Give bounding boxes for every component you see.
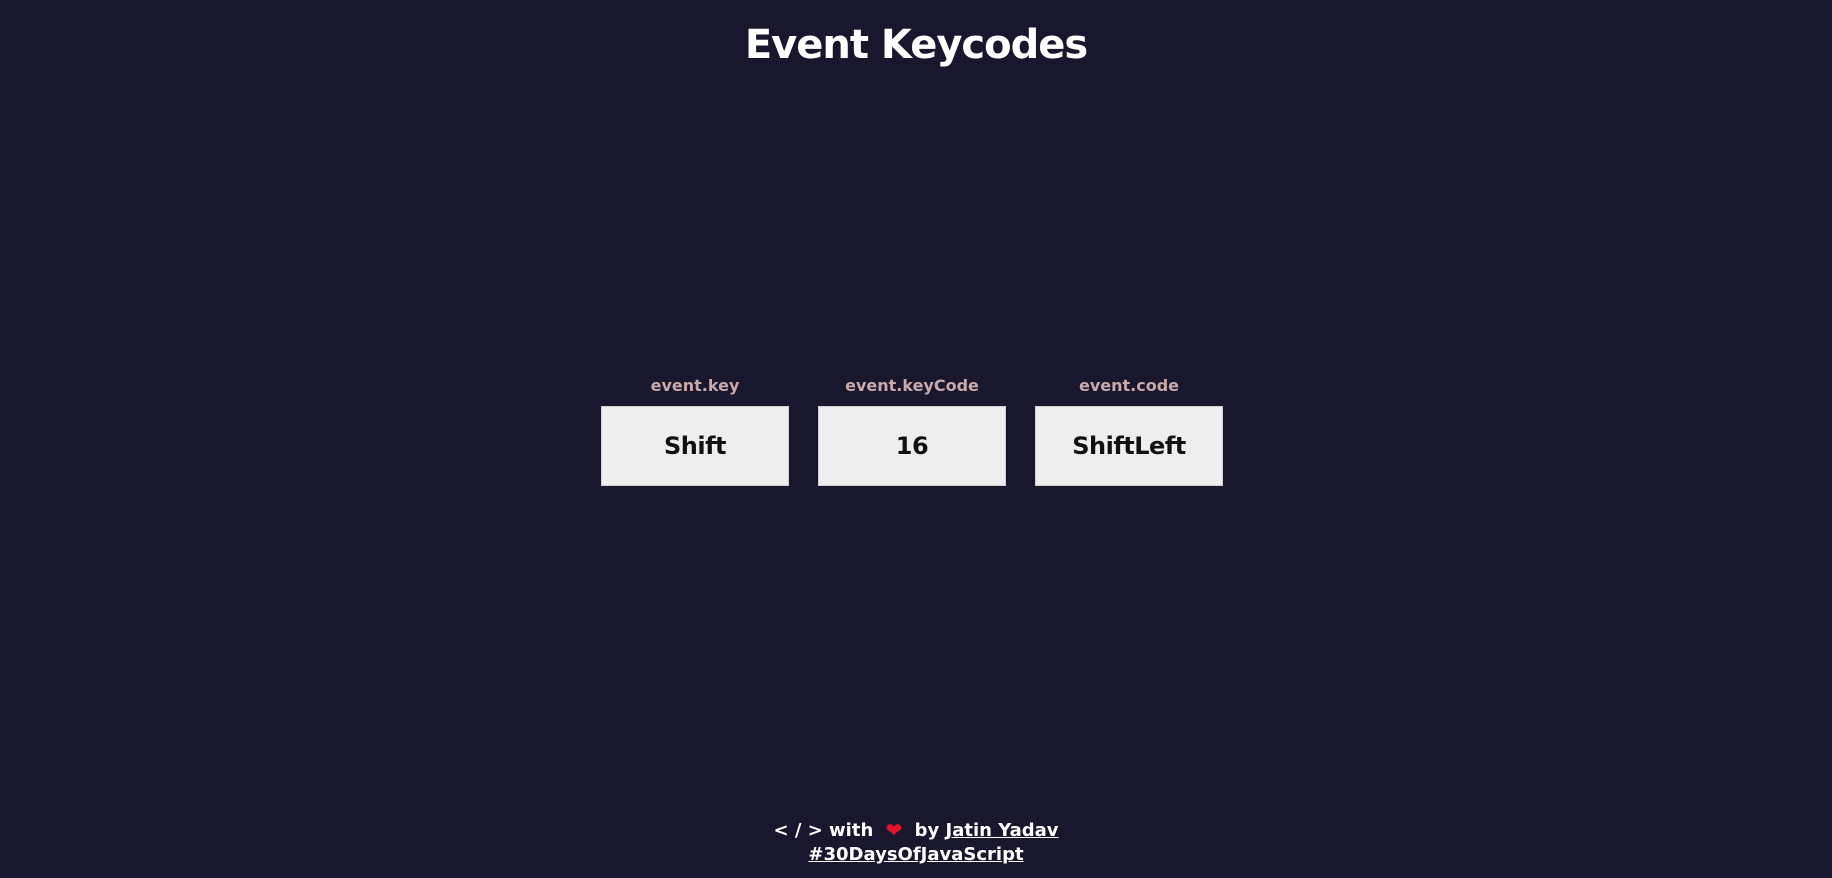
card-event-keycode: event.keyCode 16 bbox=[818, 376, 1006, 486]
heart-icon: ❤ bbox=[885, 818, 903, 842]
hashtag-link[interactable]: #30DaysOfJavaScript bbox=[808, 844, 1023, 865]
card-event-key: event.key Shift bbox=[601, 376, 789, 486]
card-value: Shift bbox=[601, 406, 789, 486]
footer-hashtag-line: #30DaysOfJavaScript bbox=[0, 843, 1832, 867]
card-label: event.keyCode bbox=[845, 376, 979, 395]
footer: < / > with ❤ by Jatin Yadav #30DaysOfJav… bbox=[0, 818, 1832, 867]
card-value: 16 bbox=[818, 406, 1006, 486]
card-label: event.key bbox=[650, 376, 740, 395]
page-title: Event Keycodes bbox=[744, 22, 1088, 68]
card-value: ShiftLeft bbox=[1035, 406, 1223, 486]
author-link[interactable]: Jatin Yadav bbox=[946, 820, 1059, 841]
card-label: event.code bbox=[1078, 376, 1180, 395]
page: Event Keycodes event.key Shift event.key… bbox=[0, 0, 1832, 878]
card-event-code: event.code ShiftLeft bbox=[1035, 376, 1223, 486]
footer-by: by bbox=[914, 820, 940, 841]
footer-credit-line: < / > with ❤ by Jatin Yadav bbox=[0, 818, 1832, 843]
footer-prefix: < / > with bbox=[773, 820, 874, 841]
key-info-cards: event.key Shift event.keyCode 16 event.c… bbox=[601, 376, 1223, 486]
